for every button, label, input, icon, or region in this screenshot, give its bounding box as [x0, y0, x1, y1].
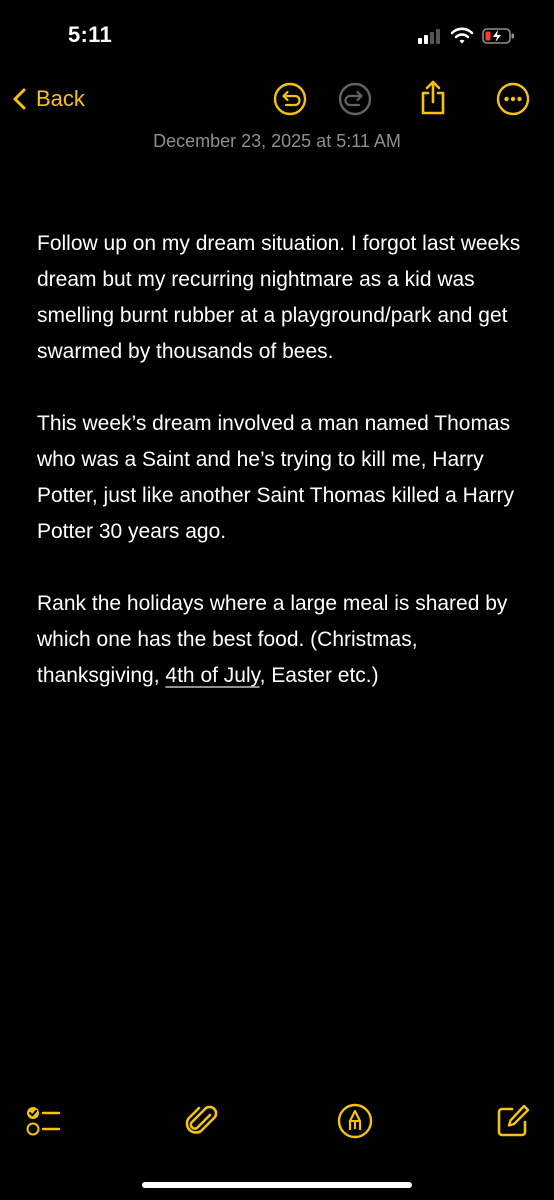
wifi-icon: [450, 27, 474, 44]
cellular-signal-icon: [418, 29, 440, 44]
nav-bar: Back: [0, 74, 554, 124]
note-date: December 23, 2025 at 5:11 AM: [153, 131, 401, 151]
redo-icon[interactable]: [338, 82, 372, 116]
paperclip-icon[interactable]: [183, 1102, 221, 1140]
note-text: , Easter etc.): [259, 664, 379, 687]
chevron-left-icon: [13, 88, 26, 110]
undo-icon[interactable]: [273, 82, 307, 116]
markup-pen-icon[interactable]: [336, 1102, 374, 1140]
note-paragraph: Rank the holidays where a large meal is …: [37, 586, 522, 694]
back-label: Back: [36, 86, 85, 111]
battery-low-charging-icon: [482, 28, 514, 44]
back-button[interactable]: Back: [10, 80, 85, 118]
status-bar: 5:11: [0, 0, 554, 70]
note-body[interactable]: Follow up on my dream situation. I forgo…: [37, 226, 522, 730]
bottom-toolbar: [0, 1094, 554, 1148]
home-indicator[interactable]: [142, 1182, 412, 1188]
status-time: 5:11: [68, 22, 113, 47]
note-paragraph: Follow up on my dream situation. I forgo…: [37, 232, 521, 363]
checklist-icon[interactable]: [24, 1102, 62, 1140]
date-link[interactable]: 4th of July: [165, 664, 259, 687]
more-icon[interactable]: [496, 82, 530, 116]
note-paragraph: This week’s dream involved a man named T…: [37, 412, 515, 543]
share-icon[interactable]: [418, 79, 448, 117]
compose-icon[interactable]: [494, 1102, 532, 1140]
status-icons: [418, 24, 516, 48]
